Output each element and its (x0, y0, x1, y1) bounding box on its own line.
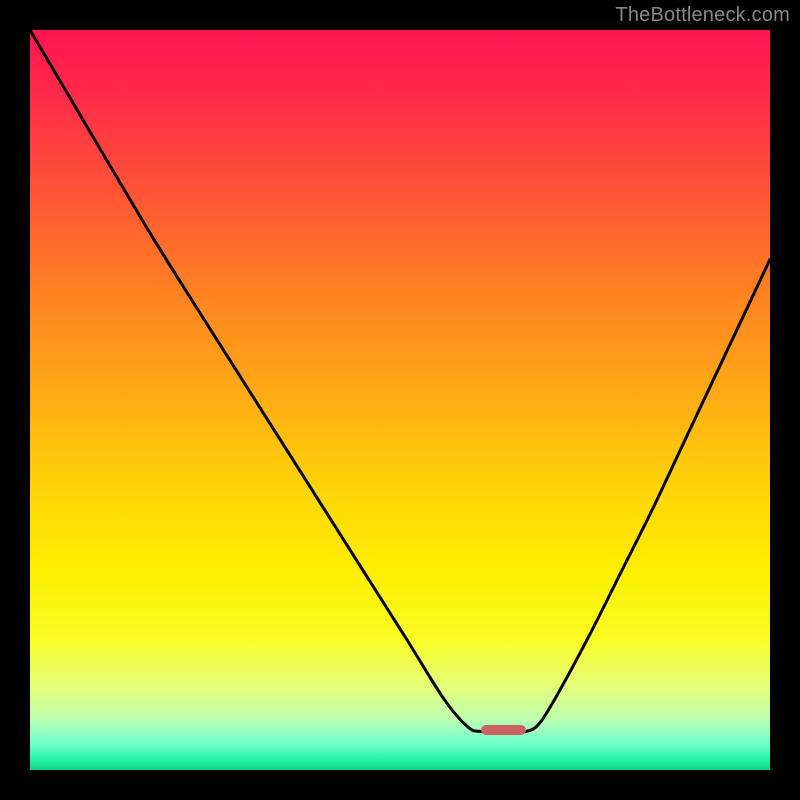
plot-area (30, 30, 770, 770)
bottleneck-curve (30, 30, 770, 770)
watermark-text: TheBottleneck.com (615, 4, 790, 27)
chart-frame: TheBottleneck.com (0, 0, 800, 800)
minimum-flat-marker (481, 725, 525, 735)
